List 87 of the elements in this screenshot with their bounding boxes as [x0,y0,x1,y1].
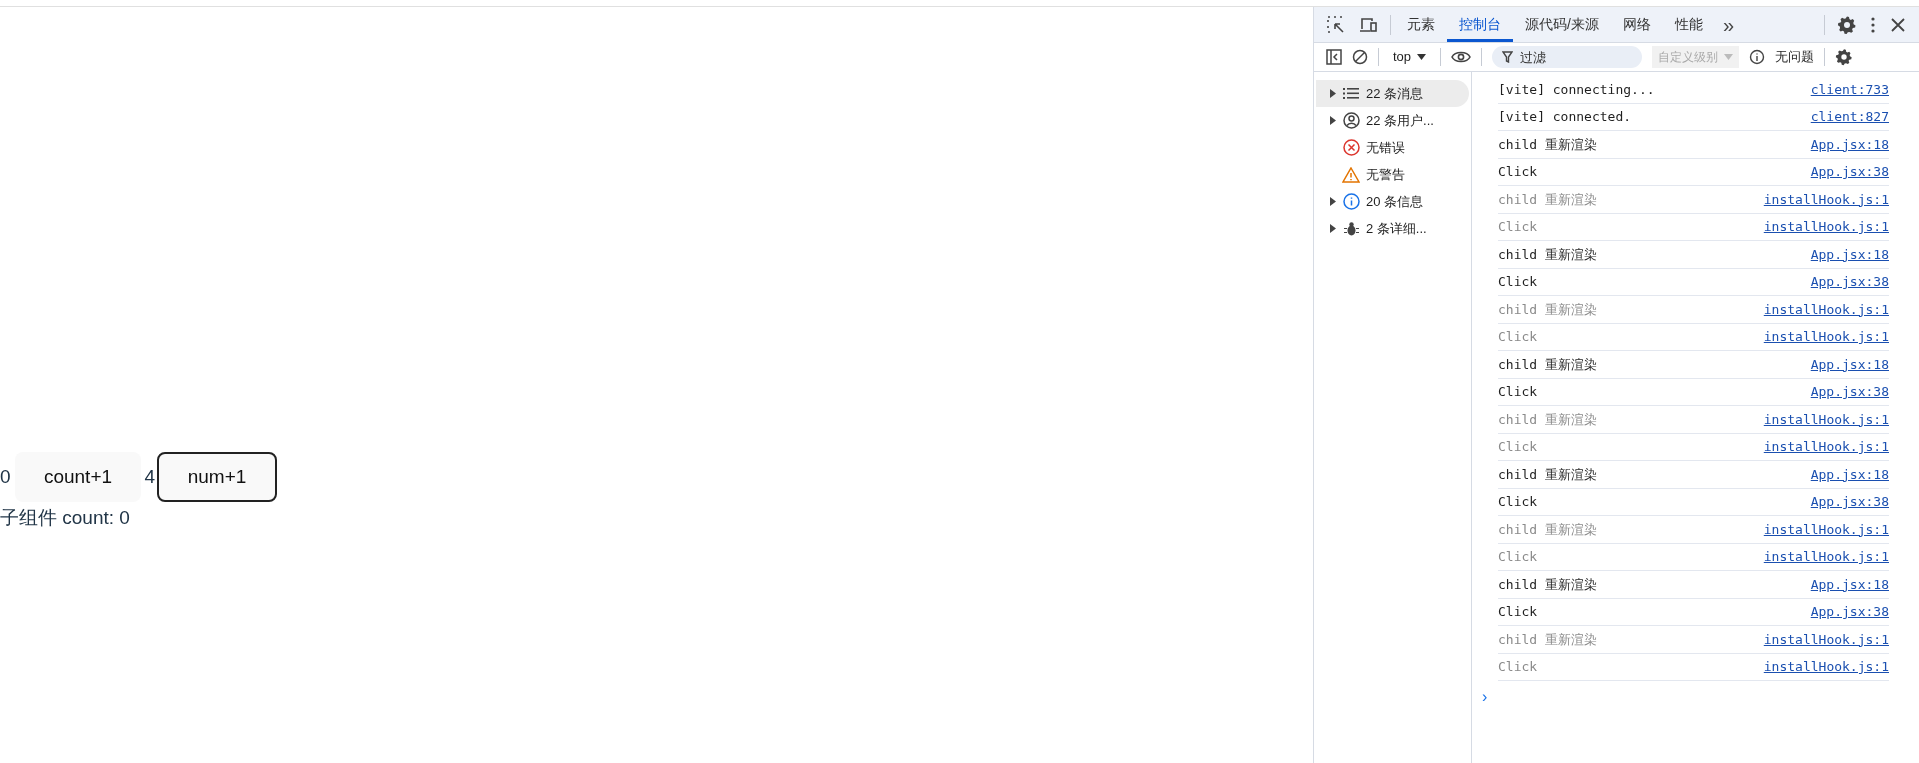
panel-tab[interactable]: 控制台 [1447,7,1513,42]
count-button[interactable]: count+1 [15,452,141,503]
source-link[interactable]: installHook.js:1 [1763,327,1889,347]
source-link[interactable]: installHook.js:1 [1763,299,1889,319]
expand-arrow-icon[interactable] [1330,89,1336,98]
log-message: Click [1498,493,1538,511]
log-message: child 重新渲染 [1498,300,1597,319]
sidebar-item[interactable]: 20 条信息 [1316,188,1469,215]
source-link[interactable]: App.jsx:18 [1810,574,1889,594]
context-dropdown[interactable]: top [1389,47,1431,67]
console-settings-icon[interactable] [1835,48,1854,66]
filter-icon [1502,51,1514,63]
dropdown-arrow-icon [1724,54,1734,60]
source-link[interactable]: App.jsx:38 [1810,602,1889,622]
expand-arrow-icon[interactable] [1330,224,1336,233]
source-link[interactable]: App.jsx:38 [1810,162,1889,182]
source-link[interactable]: client:733 [1810,79,1889,99]
log-message: child 重新渲染 [1498,520,1597,539]
num-button[interactable]: num+1 [157,452,277,503]
inspect-icon[interactable] [1326,14,1346,35]
sidebar-item[interactable]: 22 条用户... [1316,107,1469,134]
log-message: child 重新渲染 [1498,410,1597,429]
log-message: Click [1498,273,1538,291]
console-prompt[interactable]: › [1482,685,1488,709]
error-icon [1342,139,1360,156]
source-link[interactable]: App.jsx:38 [1810,272,1889,292]
sidebar-toggle-icon[interactable] [1326,49,1342,65]
log-message: child 重新渲染 [1498,630,1597,649]
issues-label[interactable]: 无问题 [1775,47,1815,67]
child-count-text: 子组件 count: 0 [0,506,131,531]
log-message: child 重新渲染 [1498,575,1597,594]
filter-field[interactable]: 过滤 [1492,46,1643,68]
source-link[interactable]: installHook.js:1 [1763,217,1889,237]
log-message: Click [1498,548,1538,566]
source-link[interactable]: App.jsx:18 [1810,134,1889,154]
list-icon [1343,87,1359,100]
expand-arrow-icon[interactable] [1330,197,1336,206]
source-link[interactable]: App.jsx:18 [1810,244,1889,264]
log-message: child 重新渲染 [1498,190,1597,209]
dropdown-arrow-icon [1417,54,1427,60]
sidebar-item[interactable]: 无警告 [1316,161,1469,188]
more-tabs-button[interactable]: » [1722,9,1734,40]
warning-icon [1342,166,1360,183]
settings-icon[interactable] [1837,14,1857,35]
log-message: Click [1498,603,1538,621]
close-icon[interactable] [1891,17,1905,32]
sidebar-item[interactable]: 22 条消息 [1316,80,1469,107]
source-link[interactable]: App.jsx:18 [1810,464,1889,484]
panel-tab[interactable]: 源代码/来源 [1513,7,1611,42]
log-message: Click [1498,438,1538,456]
source-link[interactable]: installHook.js:1 [1763,657,1889,677]
log-message: Click [1498,383,1538,401]
source-link[interactable]: installHook.js:1 [1763,409,1889,429]
source-link[interactable]: installHook.js:1 [1763,547,1889,567]
user-icon [1342,112,1360,129]
source-link[interactable]: client:827 [1810,107,1889,127]
count-value: 0 [0,465,12,489]
source-link[interactable]: App.jsx:38 [1810,492,1889,512]
panel-tab[interactable]: 性能 [1662,7,1715,42]
panel-tab[interactable]: 网络 [1610,7,1663,42]
source-link[interactable]: installHook.js:1 [1763,629,1889,649]
log-message: child 重新渲染 [1498,355,1597,374]
info-icon [1749,49,1766,65]
log-message: child 重新渲染 [1498,465,1597,484]
eye-icon[interactable] [1451,50,1472,64]
num-value: 4 [143,465,155,489]
sidebar-item[interactable]: 2 条详细... [1316,215,1469,242]
more-options-icon[interactable] [1871,16,1875,33]
clear-console-icon[interactable] [1352,49,1368,65]
sidebar-item[interactable]: 无错误 [1316,134,1469,161]
source-link[interactable]: App.jsx:38 [1810,382,1889,402]
log-message: Click [1498,218,1538,236]
source-link[interactable]: installHook.js:1 [1763,189,1889,209]
bug-icon [1343,220,1359,237]
log-message: [vite] connecting... [1498,80,1655,99]
log-message: Click [1498,328,1538,346]
log-message: child 重新渲染 [1498,135,1597,154]
log-message: Click [1498,658,1538,676]
expand-arrow-icon[interactable] [1330,116,1336,125]
source-link[interactable]: installHook.js:1 [1763,519,1889,539]
log-message: child 重新渲染 [1498,245,1597,264]
info-icon [1342,193,1360,210]
source-link[interactable]: App.jsx:18 [1810,354,1889,374]
source-link[interactable]: installHook.js:1 [1763,437,1889,457]
panel-tab[interactable]: 元素 [1395,7,1447,42]
log-message: [vite] connected. [1498,108,1632,126]
log-message: Click [1498,163,1538,181]
